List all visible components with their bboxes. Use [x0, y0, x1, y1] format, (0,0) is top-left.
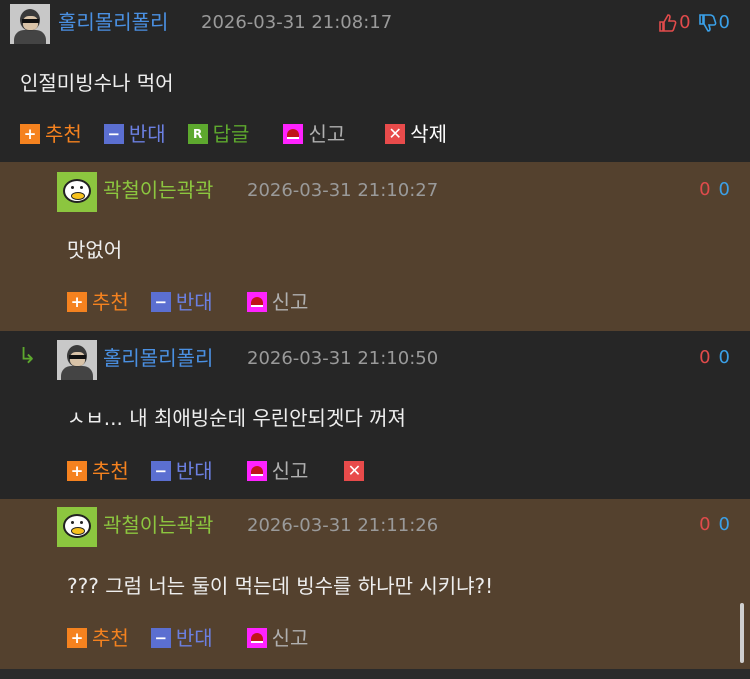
comment-actions: + 추천 − 반대 신고 ✕ — [67, 459, 391, 483]
downvote-count: 0 — [718, 12, 730, 33]
avatar[interactable] — [57, 507, 97, 547]
minus-icon: − — [150, 292, 171, 312]
oppose-button[interactable]: − 반대 — [150, 290, 213, 314]
plus-icon: + — [67, 461, 87, 481]
report-button[interactable]: 신고 — [246, 626, 308, 650]
vote-counts: 0 0 — [699, 178, 730, 202]
vote-counts: 0 0 — [657, 11, 730, 35]
upvote-count: 0 — [679, 12, 691, 33]
comment-date: 2026-03-31 21:10:50 — [247, 348, 439, 369]
delete-button[interactable]: ✕ 삭제 — [385, 122, 447, 146]
comment-text: 맛없어 — [67, 238, 123, 262]
downvote-count: 0 — [718, 179, 730, 200]
recommend-button[interactable]: + 추천 — [67, 290, 129, 314]
comment-text: ㅅㅂ... 내 최애빙순데 우린안되겟다 꺼져 — [67, 406, 406, 430]
downvote-count: 0 — [718, 347, 730, 368]
delete-button[interactable]: ✕ — [344, 461, 369, 481]
siren-icon — [246, 461, 267, 481]
report-button[interactable]: 신고 — [283, 122, 345, 146]
minus-icon: − — [150, 628, 171, 648]
oppose-button[interactable]: − 반대 — [150, 459, 213, 483]
plus-icon: + — [20, 124, 40, 144]
author-nickname[interactable]: 홀리몰리폴리 — [58, 10, 168, 34]
vote-counts: 0 0 — [699, 513, 730, 537]
oppose-button[interactable]: − 반대 — [150, 626, 213, 650]
plus-icon: + — [67, 292, 87, 312]
downvote-count: 0 — [718, 514, 730, 535]
minus-icon: − — [150, 461, 171, 481]
siren-icon — [246, 628, 267, 648]
siren-icon — [283, 124, 304, 144]
scrollbar[interactable] — [740, 603, 744, 663]
comment-3: ↳ 홀리몰리폴리 2026-03-31 21:10:50 0 0 ㅅㅂ... 내… — [0, 331, 750, 499]
author-nickname[interactable]: 곽철이는곽곽 — [103, 513, 213, 537]
recommend-button[interactable]: + 추천 — [20, 122, 82, 146]
thumbs-up-icon — [659, 14, 677, 32]
comment-1: 홀리몰리폴리 2026-03-31 21:08:17 0 0 인절미빙수나 먹어… — [0, 0, 750, 162]
upvote-count: 0 — [699, 347, 711, 368]
plus-icon: + — [67, 628, 87, 648]
reply-arrow-icon: ↳ — [18, 344, 37, 369]
close-icon: ✕ — [344, 461, 365, 481]
comment-2: 곽철이는곽곽 2026-03-31 21:10:27 0 0 맛없어 + 추천 −… — [0, 162, 750, 331]
author-nickname[interactable]: 곽철이는곽곽 — [103, 178, 213, 202]
avatar[interactable] — [57, 340, 97, 380]
thumbs-down-icon — [698, 14, 716, 32]
comment-text: 인절미빙수나 먹어 — [20, 71, 174, 95]
reply-icon: R — [187, 124, 208, 144]
close-icon: ✕ — [385, 124, 406, 144]
avatar[interactable] — [57, 172, 97, 212]
recommend-button[interactable]: + 추천 — [67, 626, 129, 650]
comment-4: 곽철이는곽곽 2026-03-31 21:11:26 0 0 ??? 그럼 너는… — [0, 499, 750, 669]
upvote-count: 0 — [699, 514, 711, 535]
recommend-button[interactable]: + 추천 — [67, 459, 129, 483]
upvote-count: 0 — [699, 179, 711, 200]
avatar[interactable] — [10, 4, 50, 44]
oppose-button[interactable]: − 반대 — [103, 122, 166, 146]
comment-actions: + 추천 − 반대 R 답글 신고 ✕ 삭제 — [20, 122, 469, 146]
comment-actions: + 추천 − 반대 신고 — [67, 626, 330, 650]
vote-counts: 0 0 — [699, 346, 730, 370]
minus-icon: − — [103, 124, 124, 144]
report-button[interactable]: 신고 — [246, 290, 308, 314]
comment-actions: + 추천 − 반대 신고 — [67, 290, 330, 314]
author-nickname[interactable]: 홀리몰리폴리 — [103, 346, 213, 370]
comment-date: 2026-03-31 21:08:17 — [201, 12, 393, 33]
report-button[interactable]: 신고 — [246, 459, 308, 483]
comment-date: 2026-03-31 21:11:26 — [247, 515, 439, 536]
comment-date: 2026-03-31 21:10:27 — [247, 180, 439, 201]
siren-icon — [246, 292, 267, 312]
reply-button[interactable]: R 답글 — [187, 122, 249, 146]
comment-text: ??? 그럼 너는 둘이 먹는데 빙수를 하나만 시키냐?! — [67, 574, 494, 598]
